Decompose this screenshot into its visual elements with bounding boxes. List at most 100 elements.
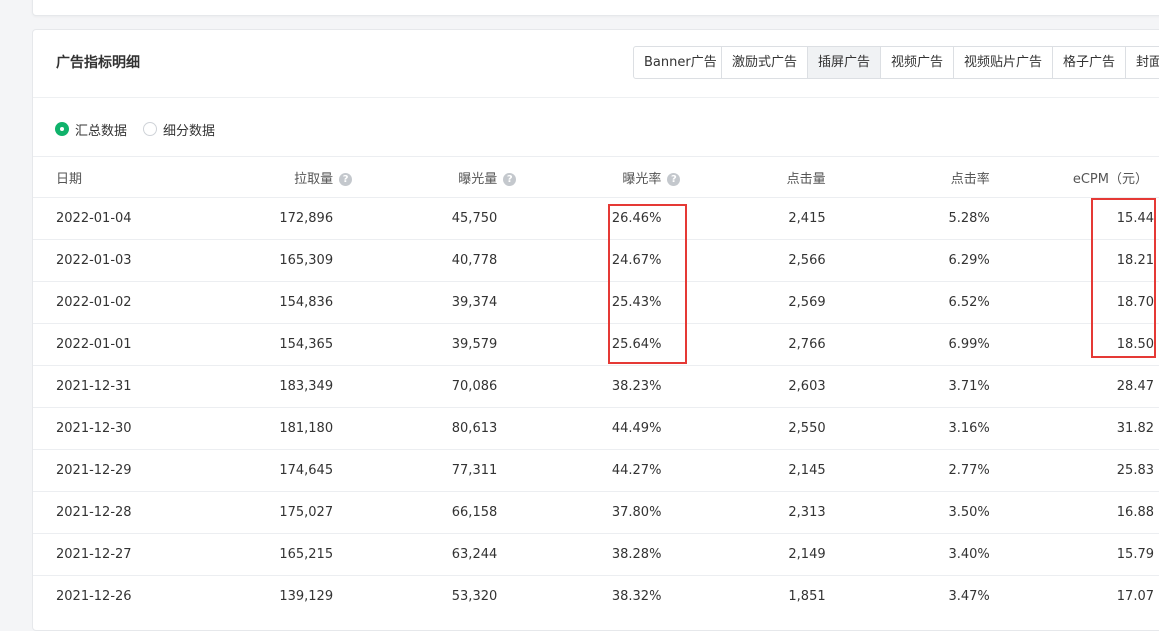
cell-pulls: 181,180 — [186, 407, 353, 450]
cell-clicks: 2,145 — [680, 449, 845, 492]
cell-ctr: 3.16% — [844, 407, 1009, 450]
tab-video-preroll[interactable]: 视频贴片广告 — [954, 47, 1053, 78]
cell-ctr: 3.47% — [844, 575, 1009, 618]
radio-summary-label: 汇总数据 — [75, 123, 128, 139]
cell-clicks: 2,566 — [680, 239, 845, 282]
cell-impression-rate: 24.67% — [516, 239, 681, 282]
cell-pulls: 175,027 — [186, 491, 353, 534]
cell-impression-rate: 38.32% — [516, 575, 681, 618]
cell-date: 2021-12-26 — [33, 575, 187, 618]
cell-ctr: 3.71% — [844, 365, 1009, 408]
cell-impression-rate: 25.43% — [516, 281, 681, 324]
cell-ecpm: 28.47 — [1008, 365, 1159, 408]
ad-metrics-card: 广告指标明细 Banner广告 激励式广告 插屏广告 视频广告 视频贴片广告 格… — [32, 29, 1159, 631]
table-row: 2021-12-30 181,180 80,613 44.49% 2,550 3.16% 3… — [33, 407, 1159, 450]
radio-detailed-label: 细分数据 — [163, 123, 216, 139]
tab-video[interactable]: 视频广告 — [881, 47, 954, 78]
cell-ecpm: 31.82 — [1008, 407, 1159, 450]
question-circle-icon[interactable]: ? — [339, 172, 353, 186]
table-row: 2022-01-04 172,896 45,750 26.46% 2,415 5.28% 1… — [33, 197, 1159, 240]
table-row: 2021-12-31 183,349 70,086 38.23% 2,603 3.71% 2… — [33, 365, 1159, 408]
radio-summary[interactable]: 汇总数据 — [55, 120, 127, 139]
cell-impressions: 70,086 — [352, 365, 517, 408]
cell-date: 2021-12-29 — [33, 449, 187, 492]
cell-pulls: 154,365 — [186, 323, 353, 366]
cell-impressions: 66,158 — [352, 491, 517, 534]
cell-clicks: 2,550 — [680, 407, 845, 450]
question-circle-icon[interactable]: ? — [667, 172, 681, 186]
cell-date: 2022-01-03 — [33, 239, 187, 282]
cell-ecpm: 25.83 — [1008, 449, 1159, 492]
cell-impression-rate: 26.46% — [516, 197, 681, 240]
cell-impressions: 77,311 — [352, 449, 517, 492]
cell-ecpm: 15.79 — [1008, 533, 1159, 576]
header-date: 日期 — [33, 156, 187, 198]
table-header-row: 日期 拉取量? 曝光量? 曝光率? 点击量 点击率 eCPM（元）? — [33, 156, 1159, 198]
cell-ctr: 6.52% — [844, 281, 1009, 324]
cell-ctr: 6.99% — [844, 323, 1009, 366]
header-impression-rate: 曝光率? — [516, 156, 681, 198]
cell-pulls: 165,309 — [186, 239, 353, 282]
cell-impressions: 40,778 — [352, 239, 517, 282]
cell-ecpm: 16.88 — [1008, 491, 1159, 534]
radio-checked-icon — [55, 122, 69, 136]
cell-impression-rate: 37.80% — [516, 491, 681, 534]
tab-cover[interactable]: 封面 — [1126, 47, 1159, 78]
header-ctr: 点击率 — [844, 156, 1009, 198]
cell-pulls: 183,349 — [186, 365, 353, 408]
table-row: 2021-12-26 139,129 53,320 38.32% 1,851 3.47% 1… — [33, 575, 1159, 618]
cell-ecpm: 18.70 — [1008, 281, 1159, 324]
tab-grid[interactable]: 格子广告 — [1053, 47, 1126, 78]
question-circle-icon[interactable]: ? — [503, 172, 517, 186]
header-pulls: 拉取量? — [186, 156, 353, 198]
cell-clicks: 2,313 — [680, 491, 845, 534]
metrics-table: 日期 拉取量? 曝光量? 曝光率? 点击量 点击率 eCPM（元）? 2022-… — [33, 156, 1159, 618]
cell-date: 2021-12-27 — [33, 533, 187, 576]
cell-impression-rate: 25.64% — [516, 323, 681, 366]
cell-date: 2021-12-30 — [33, 407, 187, 450]
cell-pulls: 172,896 — [186, 197, 353, 240]
cell-ctr: 6.29% — [844, 239, 1009, 282]
cell-impressions: 80,613 — [352, 407, 517, 450]
cell-clicks: 2,569 — [680, 281, 845, 324]
cell-impressions: 53,320 — [352, 575, 517, 618]
card-header: 广告指标明细 Banner广告 激励式广告 插屏广告 视频广告 视频贴片广告 格… — [33, 30, 1159, 98]
cell-pulls: 154,836 — [186, 281, 353, 324]
header-impressions: 曝光量? — [352, 156, 517, 198]
cell-impressions: 45,750 — [352, 197, 517, 240]
cell-impression-rate: 44.49% — [516, 407, 681, 450]
tab-interstitial[interactable]: 插屏广告 — [808, 47, 881, 78]
cell-date: 2021-12-28 — [33, 491, 187, 534]
cell-date: 2022-01-01 — [33, 323, 187, 366]
cell-impression-rate: 44.27% — [516, 449, 681, 492]
cell-impression-rate: 38.23% — [516, 365, 681, 408]
table-row: 2021-12-27 165,215 63,244 38.28% 2,149 3.40% 1… — [33, 533, 1159, 576]
cell-pulls: 174,645 — [186, 449, 353, 492]
header-ecpm: eCPM（元）? — [1008, 156, 1159, 198]
cell-ctr: 2.77% — [844, 449, 1009, 492]
table-row: 2022-01-02 154,836 39,374 25.43% 2,569 6.52% 1… — [33, 281, 1159, 324]
radio-detailed[interactable]: 细分数据 — [143, 120, 215, 139]
table-row: 2021-12-28 175,027 66,158 37.80% 2,313 3.50% 1… — [33, 491, 1159, 534]
cell-clicks: 2,149 — [680, 533, 845, 576]
cell-date: 2022-01-02 — [33, 281, 187, 324]
card-title: 广告指标明细 — [56, 55, 140, 71]
ad-type-tabs: Banner广告 激励式广告 插屏广告 视频广告 视频贴片广告 格子广告 封面 — [633, 46, 1159, 79]
tab-rewarded[interactable]: 激励式广告 — [722, 47, 808, 78]
cell-impression-rate: 38.28% — [516, 533, 681, 576]
cell-ecpm: 17.07 — [1008, 575, 1159, 618]
cell-ctr: 3.40% — [844, 533, 1009, 576]
table-row: 2022-01-03 165,309 40,778 24.67% 2,566 6.29% 1… — [33, 239, 1159, 282]
cell-date: 2022-01-04 — [33, 197, 187, 240]
cell-ctr: 3.50% — [844, 491, 1009, 534]
top-card — [32, 0, 1159, 16]
radio-unchecked-icon — [143, 122, 158, 136]
data-mode-radio-group: 汇总数据 细分数据 — [55, 119, 231, 139]
cell-clicks: 1,851 — [680, 575, 845, 618]
cell-clicks: 2,603 — [680, 365, 845, 408]
cell-pulls: 139,129 — [186, 575, 353, 618]
cell-clicks: 2,766 — [680, 323, 845, 366]
tab-banner[interactable]: Banner广告 — [634, 47, 722, 78]
cell-clicks: 2,415 — [680, 197, 845, 240]
table-row: 2022-01-01 154,365 39,579 25.64% 2,766 6.99% 1… — [33, 323, 1159, 366]
